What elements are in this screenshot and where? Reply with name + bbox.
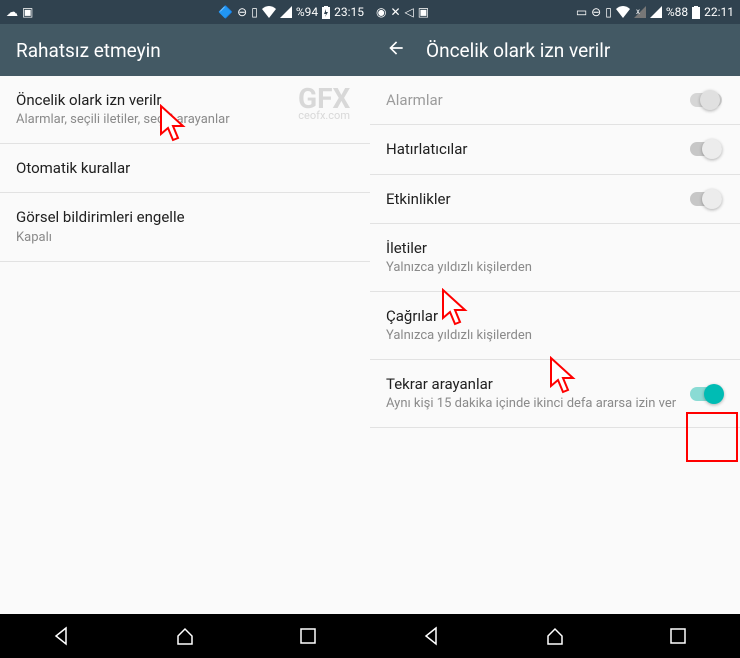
battery-icon (322, 6, 330, 19)
signal-icon (280, 6, 292, 18)
wifi-icon (616, 6, 630, 18)
item-messages[interactable]: İletiler Yalnızca yıldızlı kişilerden (370, 224, 740, 292)
signal-icon (650, 6, 662, 18)
toggle-alarms (688, 90, 724, 110)
svg-text:x: x (636, 7, 640, 16)
item-subtitle: Alarmlar, seçili iletiler, seçili arayan… (16, 112, 354, 129)
line-icon: ◉ (376, 5, 386, 19)
item-title: Alarmlar (386, 90, 678, 110)
toggle-events[interactable] (688, 189, 724, 209)
item-title: Otomatik kurallar (16, 158, 354, 178)
nav-back[interactable] (50, 624, 74, 648)
dnd-icon: ⊖ (237, 5, 247, 19)
vibrate-icon: ▯ (251, 5, 258, 19)
battery-percent: %94 (296, 5, 318, 19)
nav-home[interactable] (173, 624, 197, 648)
app-bar: Rahatsız etmeyin (0, 24, 370, 76)
status-bar: ◉ ✕ ◁ ▣ ▭ ⊖ ▯ x %88 22:11 (370, 0, 740, 24)
page-title: Rahatsız etmeyin (16, 39, 161, 62)
toggle-reminders[interactable] (688, 139, 724, 159)
nav-back[interactable] (420, 624, 444, 648)
item-repeat-callers[interactable]: Tekrar arayanlar Aynı kişi 15 dakika içi… (370, 360, 740, 428)
wifi-icon (262, 6, 276, 18)
item-subtitle: Yalnızca yıldızlı kişilerden (386, 260, 724, 277)
item-subtitle: Aynı kişi 15 dakika içinde ikinci defa a… (386, 396, 678, 413)
vibrate-icon: ▯ (605, 5, 612, 19)
item-events[interactable]: Etkinlikler (370, 175, 740, 224)
dnd-icon: ⊖ (591, 5, 601, 19)
cloud-icon: ☁ (6, 5, 18, 19)
back-button[interactable] (386, 38, 406, 63)
battery-percent: %88 (666, 5, 688, 19)
status-bar: ☁ ▣ 🔷 ⊖ ▯ %94 23:15 (0, 0, 370, 24)
missed-call-icon: ✕ (390, 5, 400, 19)
item-subtitle: Yalnızca yıldızlı kişilerden (386, 328, 724, 345)
item-title: Çağrılar (386, 306, 724, 326)
screen-priority: ◉ ✕ ◁ ▣ ▭ ⊖ ▯ x %88 22:11 Öncelik olark … (370, 0, 740, 614)
image-icon: ▣ (418, 5, 429, 19)
item-title: Öncelik olark izn verilr (16, 90, 354, 110)
page-title: Öncelik olark izn verilr (426, 39, 610, 62)
item-title: Hatırlatıcılar (386, 139, 678, 159)
clock: 22:11 (704, 5, 734, 19)
item-block-visual[interactable]: Görsel bildirimleri engelle Kapalı (0, 193, 370, 261)
image-icon: ▣ (22, 5, 33, 19)
item-auto-rules[interactable]: Otomatik kurallar (0, 144, 370, 193)
app-bar: Öncelik olark izn verilr (370, 24, 740, 76)
signal-none-icon: x (634, 6, 646, 18)
nav-home[interactable] (543, 624, 567, 648)
navigation-bar (0, 614, 740, 658)
item-alarms: Alarmlar (370, 76, 740, 125)
item-subtitle: Kapalı (16, 230, 354, 247)
toggle-repeat-callers[interactable] (688, 384, 724, 404)
item-reminders[interactable]: Hatırlatıcılar (370, 125, 740, 174)
screen-dnd: ☁ ▣ 🔷 ⊖ ▯ %94 23:15 Rahatsız etmeyin Önc… (0, 0, 370, 614)
cast-icon: ▭ (576, 5, 587, 19)
item-title: Görsel bildirimleri engelle (16, 207, 354, 227)
item-title: İletiler (386, 238, 724, 258)
nav-recent[interactable] (296, 624, 320, 648)
back-icon: ◁ (405, 5, 414, 19)
nav-recent[interactable] (666, 624, 690, 648)
item-title: Tekrar arayanlar (386, 374, 678, 394)
clock: 23:15 (334, 5, 364, 19)
bluetooth-icon: 🔷 (218, 5, 233, 19)
item-priority-only[interactable]: Öncelik olark izn verilr Alarmlar, seçil… (0, 76, 370, 144)
battery-icon (692, 6, 700, 19)
item-title: Etkinlikler (386, 189, 678, 209)
item-calls[interactable]: Çağrılar Yalnızca yıldızlı kişilerden (370, 292, 740, 360)
